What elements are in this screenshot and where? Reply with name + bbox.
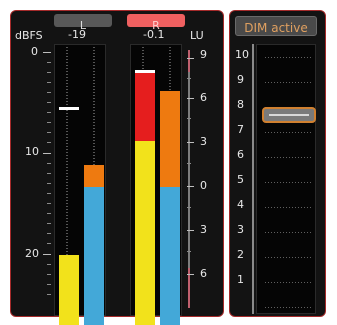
dbfs-tick-0: 0 bbox=[31, 45, 38, 58]
channel-l-peak-hold bbox=[59, 107, 79, 110]
channel-r-button[interactable]: R bbox=[127, 14, 185, 32]
channel-r-peak-red bbox=[135, 73, 155, 141]
channel-l-loudness-bar bbox=[84, 187, 104, 325]
dim-tick-6: 6 bbox=[237, 148, 244, 161]
dim-active-button[interactable]: DIM active bbox=[235, 16, 317, 36]
dim-tick-7: 7 bbox=[237, 123, 244, 136]
lu-tick-9: 9 bbox=[200, 48, 207, 61]
channel-l-button[interactable]: L bbox=[54, 14, 112, 32]
channel-l-meter bbox=[54, 44, 106, 325]
dbfs-tick-20: 20 bbox=[25, 247, 39, 260]
channel-l-peak-bar bbox=[59, 255, 79, 325]
dim-tick-10: 10 bbox=[235, 48, 249, 61]
dim-tick-1: 1 bbox=[237, 273, 244, 286]
lu-unit-label: LU bbox=[190, 29, 204, 42]
dim-scale-line bbox=[252, 44, 254, 314]
channel-r-peak-bar bbox=[135, 141, 155, 325]
lu-tick-3: 3 bbox=[200, 135, 207, 148]
lu-tick-minus-6: 6 bbox=[200, 267, 207, 280]
lu-tick-0: 0 bbox=[200, 179, 207, 192]
channel-l-peak-value: -19 bbox=[68, 28, 86, 41]
lu-tick-minus-3: 3 bbox=[200, 223, 207, 236]
channel-l-loudness-orange bbox=[84, 165, 104, 187]
dbfs-unit-label: dBFS bbox=[15, 29, 43, 42]
dim-active-label: DIM active bbox=[244, 21, 308, 35]
dim-tick-4: 4 bbox=[237, 198, 244, 211]
channel-r-loudness-orange bbox=[160, 91, 180, 187]
dim-fader-handle[interactable] bbox=[262, 107, 316, 123]
dim-fader-track[interactable] bbox=[256, 44, 316, 314]
dim-tick-2: 2 bbox=[237, 248, 244, 261]
dim-tick-9: 9 bbox=[237, 73, 244, 86]
dim-tick-3: 3 bbox=[237, 223, 244, 236]
channel-r-peak-hold bbox=[135, 70, 155, 73]
lu-tick-6: 6 bbox=[200, 91, 207, 104]
channel-r-loudness-bar bbox=[160, 187, 180, 325]
dim-tick-8: 8 bbox=[237, 98, 244, 111]
channel-r-meter bbox=[130, 44, 182, 325]
channel-r-peak-value: -0.1 bbox=[143, 28, 165, 41]
dbfs-tick-10: 10 bbox=[25, 145, 39, 158]
dim-tick-5: 5 bbox=[237, 173, 244, 186]
level-meter-panel bbox=[10, 10, 224, 317]
